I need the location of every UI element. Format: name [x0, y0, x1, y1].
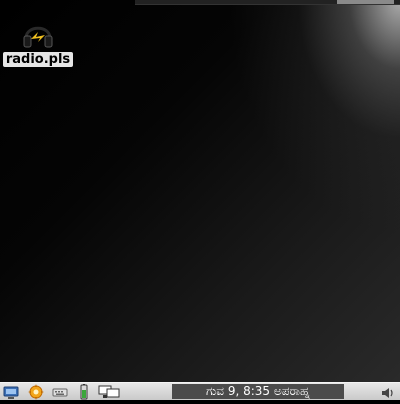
battery-icon[interactable]	[76, 384, 92, 400]
headphones-icon	[21, 18, 55, 50]
clock[interactable]: ಗುವ 9, 8:35 ಅಪರಾಹ್ನ	[172, 384, 344, 399]
volume-icon[interactable]	[380, 385, 396, 399]
network-icon[interactable]	[98, 384, 120, 400]
computer-icon[interactable]	[3, 384, 19, 400]
settings-gear-icon[interactable]	[28, 384, 44, 400]
top-panel	[135, 0, 400, 5]
desktop-icon-label: radio.pls	[2, 52, 74, 67]
top-panel-handle[interactable]	[337, 0, 394, 4]
desktop-icon-radio-pls[interactable]: radio.pls	[0, 18, 76, 67]
keyboard-icon[interactable]	[52, 384, 68, 400]
taskbar: ಗುವ 9, 8:35 ಅಪರಾಹ್ನ	[0, 382, 400, 400]
desktop[interactable]: radio.pls	[0, 0, 400, 382]
